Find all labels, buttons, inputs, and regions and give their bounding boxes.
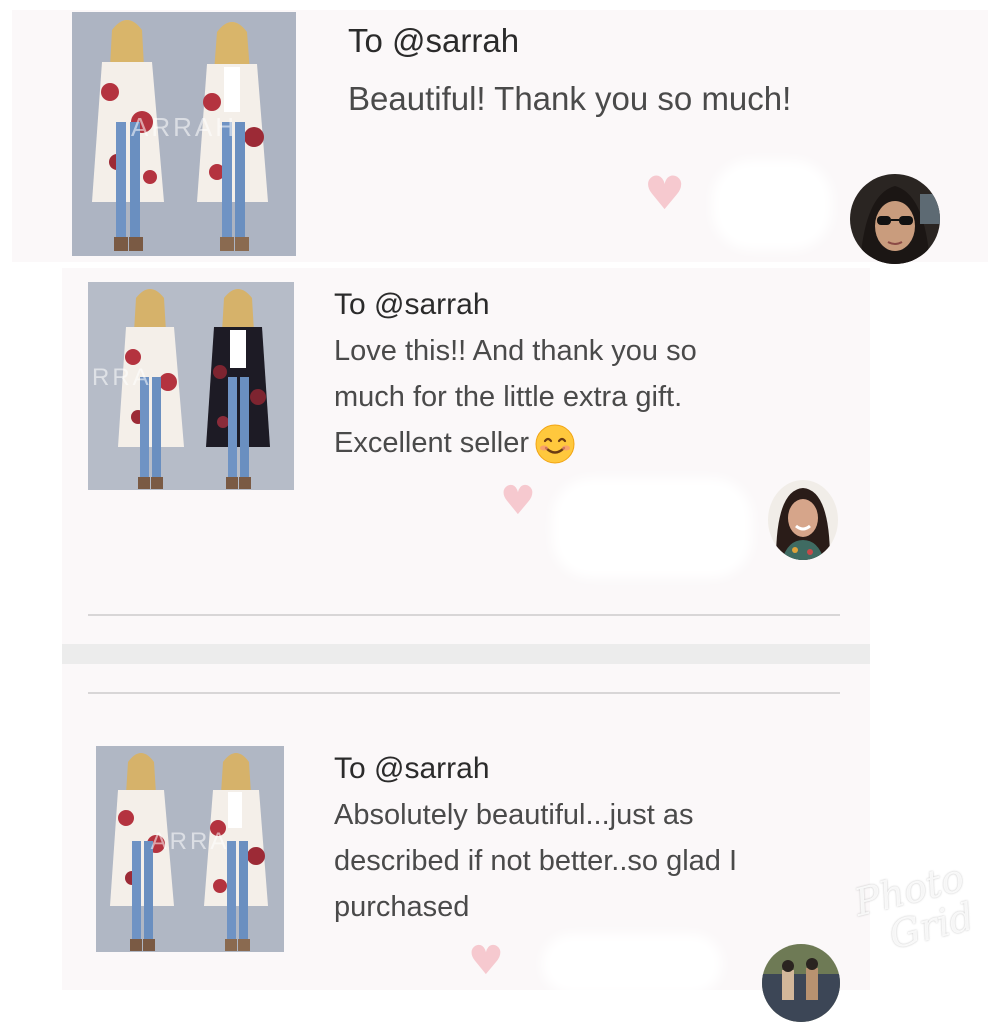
review-card-2: RRA To @sarrah Love this!! And thank you… (62, 268, 870, 644)
heart-icon[interactable]: ♥ (500, 478, 536, 524)
review-recipient: To @sarrah (348, 22, 520, 59)
review-recipient: To @sarrah (334, 752, 490, 785)
heart-icon[interactable]: ♥ (644, 170, 685, 216)
smiling-face-emoji-icon (535, 424, 575, 464)
thumbnail-watermark: RRA (92, 364, 152, 391)
thumbnail-watermark: ARRAH (130, 112, 237, 142)
reviewer-avatar[interactable] (768, 480, 838, 560)
product-thumbnail[interactable]: ARRAH (72, 12, 296, 256)
review-message-line-text: Excellent seller (334, 427, 530, 459)
product-thumbnail[interactable]: RRA (88, 282, 294, 490)
reviewer-avatar[interactable] (850, 174, 940, 264)
review-message: Love this!! And thank you so much for th… (334, 328, 697, 466)
blurred-area (712, 160, 832, 250)
section-separator (62, 644, 870, 666)
review-message-line: Love this!! And thank you so (334, 335, 697, 367)
reviewer-avatar[interactable] (762, 944, 840, 1022)
review-card-3: ARRA To @sarrah Absolutely beautiful...j… (62, 664, 870, 1022)
review-message: Absolutely beautiful...just as described… (334, 792, 737, 930)
review-message-line: much for the little extra gift. (334, 381, 683, 413)
divider (88, 614, 840, 616)
product-thumbnail[interactable]: ARRA (96, 746, 284, 952)
photogrid-logo: Photo Grid (850, 855, 993, 991)
divider (88, 692, 840, 694)
review-recipient: To @sarrah (334, 288, 490, 321)
review-message: Beautiful! Thank you so much! (348, 80, 792, 117)
blurred-area (542, 934, 722, 994)
thumbnail-watermark: ARRA (150, 828, 230, 855)
heart-icon[interactable]: ♥ (468, 938, 504, 984)
review-message-line: Absolutely beautiful...just as (334, 799, 694, 831)
review-card-1: ARRAH To @sarrah Beautiful! Thank you so… (12, 10, 988, 264)
review-message-line: Excellent seller (334, 420, 697, 466)
review-message-line: described if not better..so glad I (334, 845, 738, 877)
review-message-line: purchased (334, 891, 470, 923)
blurred-area (552, 478, 752, 578)
